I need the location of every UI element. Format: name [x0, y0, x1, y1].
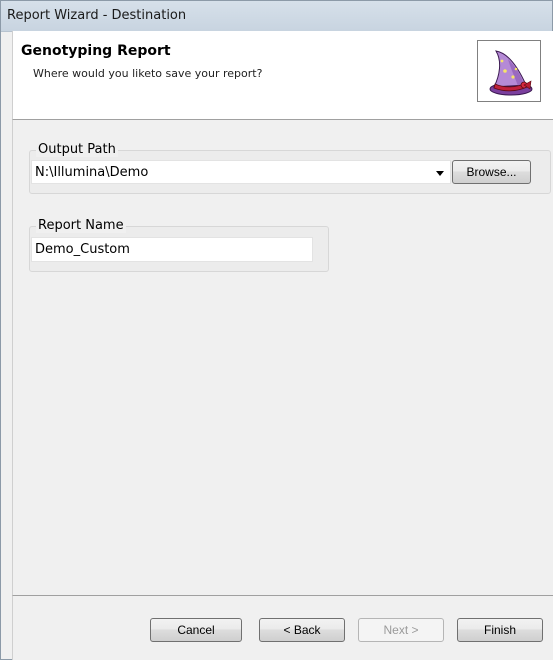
wizard-hat-icon	[477, 40, 541, 102]
title-bar[interactable]: Report Wizard - Destination	[1, 1, 552, 32]
next-button-label: Next >	[383, 623, 419, 637]
finish-button[interactable]: Finish	[457, 618, 543, 642]
output-path-label: Output Path	[36, 142, 118, 157]
wizard-header: Genotyping Report Where would you liketo…	[12, 31, 553, 120]
wizard-content: Output Path N:\Illumina\Demo Browse... R…	[12, 120, 553, 595]
output-path-value: N:\Illumina\Demo	[35, 165, 149, 180]
chevron-down-icon[interactable]	[436, 171, 444, 176]
window-title: Report Wizard - Destination	[7, 8, 187, 23]
wizard-footer: Cancel < Back Next > Finish	[12, 595, 553, 660]
browse-button-label: Browse...	[466, 165, 517, 179]
back-button[interactable]: < Back	[259, 618, 345, 642]
cancel-button-label: Cancel	[177, 623, 215, 637]
report-wizard-window: Report Wizard - Destination Genotyping R…	[0, 0, 553, 660]
report-name-input[interactable]: Demo_Custom	[31, 237, 313, 262]
cancel-button[interactable]: Cancel	[150, 618, 242, 642]
header-title: Genotyping Report	[21, 43, 171, 59]
browse-button[interactable]: Browse...	[452, 160, 531, 184]
report-name-label: Report Name	[36, 218, 126, 233]
next-button[interactable]: Next >	[358, 618, 444, 642]
header-subtitle: Where would you liketo save your report?	[33, 67, 263, 80]
report-name-value: Demo_Custom	[35, 242, 130, 257]
finish-button-label: Finish	[483, 623, 516, 637]
output-path-combobox[interactable]: N:\Illumina\Demo	[31, 160, 451, 184]
back-button-label: < Back	[283, 623, 321, 637]
